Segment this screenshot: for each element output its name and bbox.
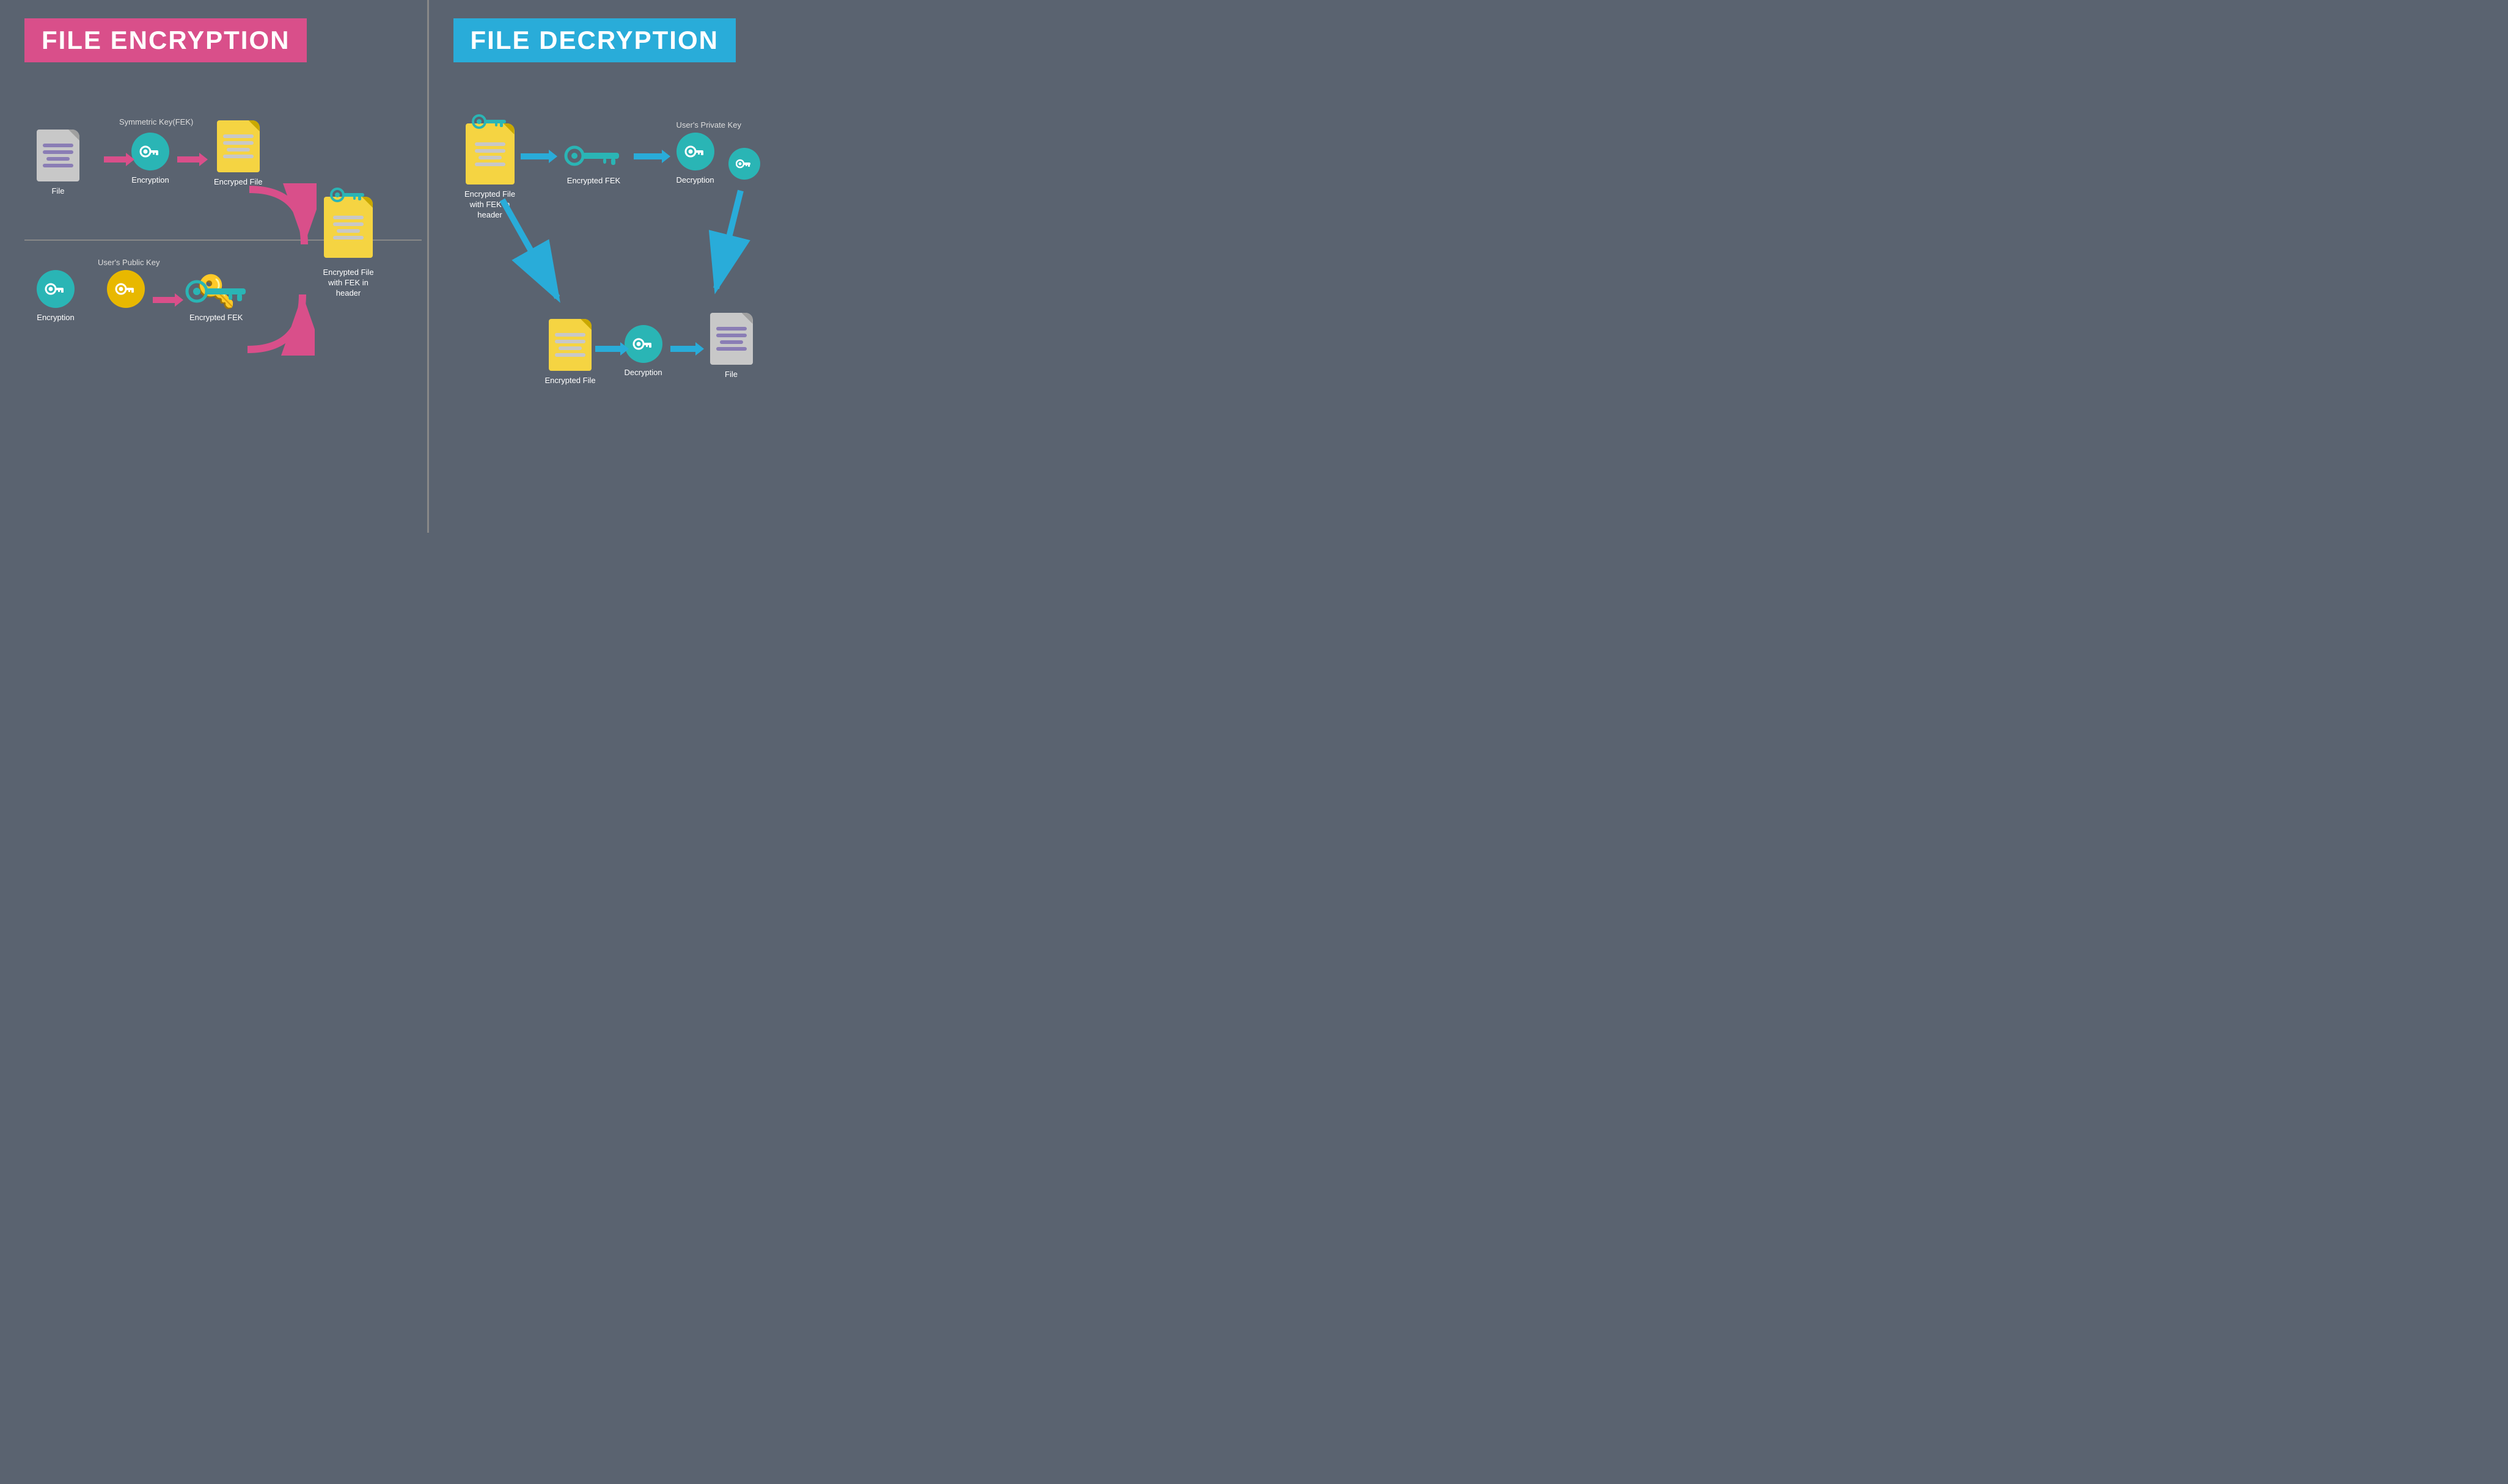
arrow-file-enc (104, 153, 134, 169)
encryption-panel: FILE ENCRYPTION File Symmetric Key(FEK) (0, 0, 429, 533)
sym-key-label: Symmetric Key(FEK) (119, 117, 193, 126)
file-doc (37, 130, 79, 181)
enc-doc-line-3 (227, 148, 250, 152)
encryption-canvas: File Symmetric Key(FEK) Encryption (24, 87, 403, 514)
dec-bot-line-4 (555, 353, 585, 357)
main-wrapper: FILE ENCRYPTION File Symmetric Key(FEK) (0, 0, 856, 533)
blue-diag-arrow-2 (704, 185, 765, 310)
out-line-1 (716, 327, 747, 331)
dec-in-line-4 (475, 163, 505, 166)
decryption-panel: FILE DECRYPTION (429, 0, 856, 533)
encrypted-fek-label: Encrypted FEK (189, 313, 243, 323)
dec-in-line-3 (479, 156, 502, 159)
dec-output-file-col: File (710, 313, 753, 380)
result-doc-col: Encrypted Filewith FEK in header (318, 197, 379, 299)
public-key-small-icon (37, 270, 75, 308)
dec-bot-decryption-col: Decryption (625, 325, 662, 378)
public-key-col (107, 270, 145, 308)
dec-result-key-col (728, 148, 760, 180)
blue-arrow-dec-file (670, 342, 704, 359)
result-key-overlay (330, 186, 367, 207)
arrow-enc-file (177, 153, 208, 169)
result-doc-wrapper (324, 197, 373, 258)
dec-bot-decryption-icon (625, 325, 662, 363)
dec-bot-file-col: Encrypted File (545, 319, 596, 386)
out-line-3 (720, 340, 743, 344)
sym-key-encryption-label: Encryption (131, 175, 169, 186)
public-key-small-col: Encryption (37, 270, 75, 323)
sym-key-col: Encryption (131, 133, 169, 186)
res-doc-line-3 (337, 229, 360, 233)
doc-line-4 (43, 164, 73, 167)
file-doc-col: File (37, 130, 79, 197)
blue-arrow-bottom (595, 342, 629, 359)
blue-diag-arrow-1 (496, 194, 588, 319)
arrow-pubkey-enc (153, 293, 183, 310)
dec-bot-file-doc (549, 319, 592, 371)
doc-line-3 (46, 157, 70, 161)
dec-output-file-doc (710, 313, 753, 365)
dec-bot-decryption-label: Decryption (625, 368, 662, 378)
result-label: Encrypted Filewith FEK in header (318, 268, 379, 299)
blue-arrow-1 (521, 150, 557, 166)
public-key-icon (107, 270, 145, 308)
decryption-canvas: Encrypted Filewith FEK in header Encr (453, 87, 832, 514)
dec-bot-enc-file-label: Encrypted File (545, 376, 596, 386)
dec-in-line-1 (475, 142, 505, 146)
dec-enc-fek-icon (563, 141, 625, 171)
enc-doc-line-1 (223, 134, 254, 138)
out-line-2 (716, 334, 747, 337)
dec-input-key-overlay (472, 112, 508, 134)
enc-doc-line-4 (223, 155, 254, 158)
res-doc-line-1 (333, 216, 364, 219)
enc-doc-line-2 (223, 141, 254, 145)
diag-arrow-top-to-result (243, 183, 317, 266)
dec-output-file-label: File (725, 370, 738, 380)
dec-input-doc-rel (466, 123, 515, 185)
res-doc-line-2 (333, 222, 364, 226)
dec-decryption-col: Decryption (676, 133, 714, 186)
enc-label-bottom: Encryption (37, 313, 74, 323)
doc-line-2 (43, 150, 73, 154)
public-key-label: User's Public Key (98, 258, 160, 267)
dec-bot-line-3 (559, 346, 582, 350)
dec-bot-line-2 (555, 340, 585, 343)
dec-result-key-icon (728, 148, 760, 180)
decryption-title: FILE DECRYPTION (453, 18, 736, 62)
encrypted-file-doc (217, 120, 260, 172)
dec-enc-fek-col: Encrypted FEK (563, 141, 625, 186)
encrypted-file-doc-col: Encryped File (214, 120, 262, 188)
file-label: File (52, 186, 65, 197)
dec-decryption-icon (676, 133, 714, 170)
dec-in-line-2 (475, 149, 505, 153)
encryption-title: FILE ENCRYPTION (24, 18, 307, 62)
out-line-4 (716, 347, 747, 351)
sym-key-icon (131, 133, 169, 170)
private-key-label: User's Private Key (676, 120, 742, 130)
diag-arrow-bottom-to-result (241, 276, 315, 359)
blue-arrow-2 (634, 150, 670, 166)
doc-line-1 (43, 144, 73, 147)
dec-bot-line-1 (555, 333, 585, 337)
dec-enc-fek-label: Encrypted FEK (567, 176, 620, 186)
res-doc-line-4 (333, 236, 364, 239)
